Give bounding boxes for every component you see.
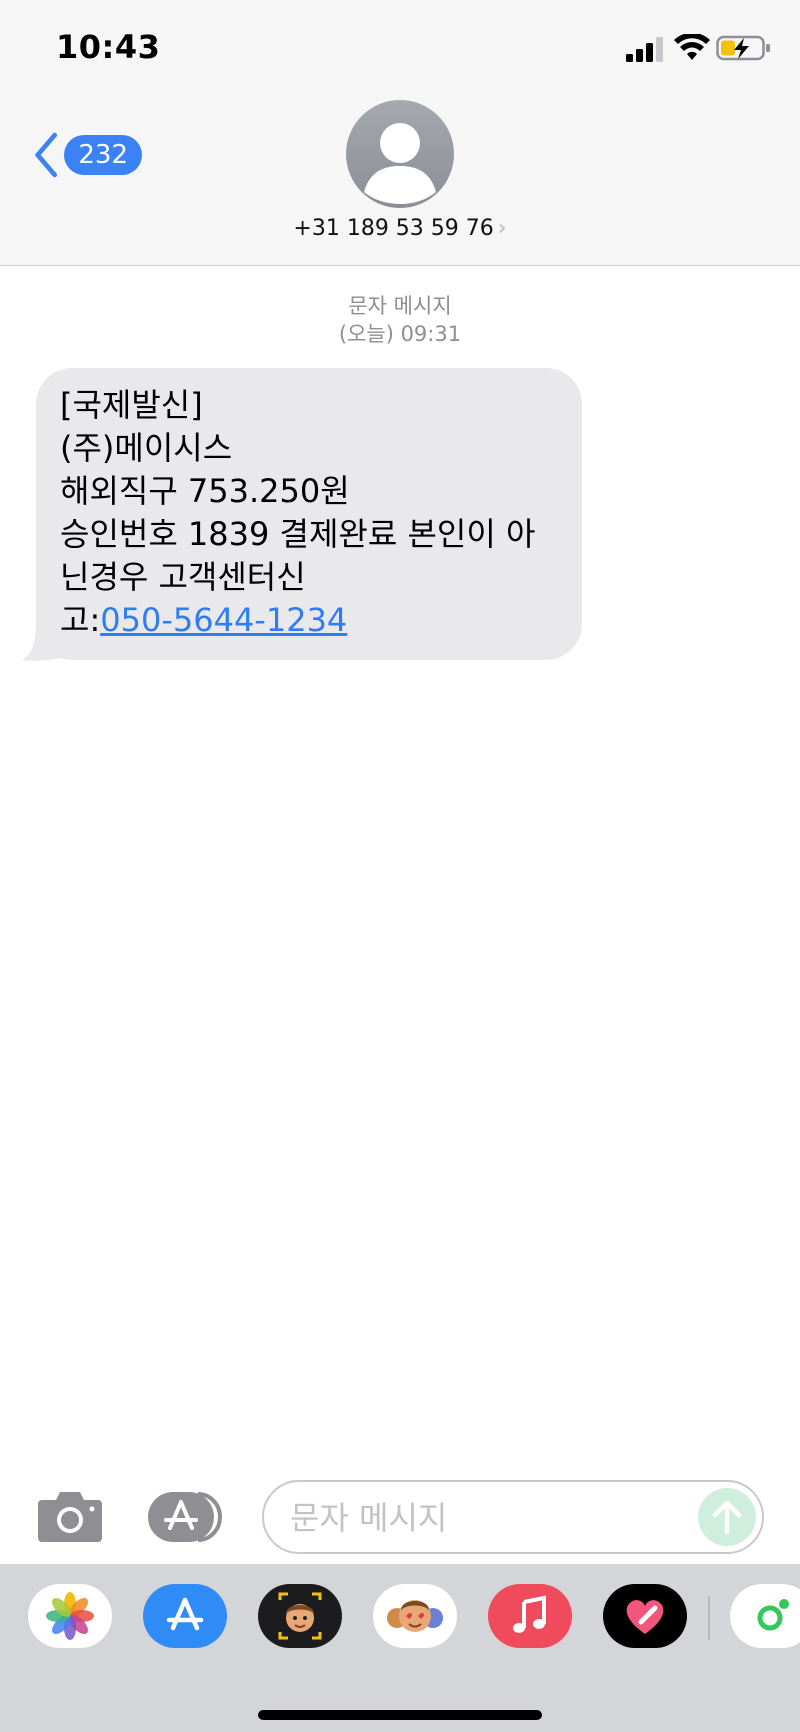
service-label: 문자 메시지 [348,294,452,318]
message-composer [262,1480,764,1554]
contact-name-button[interactable]: +31 189 53 59 76 › [0,216,800,241]
tray-app-digital-touch[interactable] [603,1584,687,1648]
tray-app-stickers[interactable] [373,1584,457,1648]
home-indicator[interactable] [258,1710,542,1720]
camera-icon[interactable] [36,1488,104,1544]
contact-number: +31 189 53 59 76 [293,216,494,241]
chevron-right-icon: › [497,216,507,241]
tray-app-music[interactable] [488,1584,572,1648]
incoming-message-bubble[interactable]: [국제발신] (주)메이시스 해외직구 753.250원 승인번호 1839 결… [36,368,582,660]
tray-app-more[interactable] [730,1584,800,1648]
app-store-icon[interactable] [148,1490,228,1544]
message-prefix: 고: [60,601,101,639]
conversation-header: 10:43 232 +31 189 53 59 76 › [0,0,800,266]
back-button[interactable]: 232 [32,128,142,182]
chevron-left-icon [35,132,58,178]
music-note-icon [513,1595,546,1633]
wifi-icon [674,34,710,60]
tray-separator [708,1596,710,1640]
unread-count-badge: 232 [64,135,142,175]
memoji-icon [278,1592,322,1640]
green-app-icon [757,1599,789,1631]
message-line: [국제발신] [60,386,203,424]
app-store-icon [166,1597,204,1631]
message-timestamp: (오늘) 09:31 [338,322,462,346]
status-time: 10:43 [56,28,161,66]
tray-app-photos[interactable] [28,1584,112,1648]
contact-avatar[interactable] [346,100,454,208]
message-meta: 문자 메시지 (오늘) 09:31 [0,292,800,348]
send-button[interactable] [698,1488,756,1546]
message-line: 닌경우 고객센터신 [60,558,306,596]
message-line: (주)메이시스 [60,429,233,467]
heart-icon [626,1600,664,1634]
tray-app-store[interactable] [143,1584,227,1648]
message-line: 해외직구 753.250원 [60,472,350,510]
phone-number-link[interactable]: 050-5644-1234 [100,601,347,639]
tray-app-memoji[interactable] [258,1584,342,1648]
photos-icon [46,1592,94,1640]
message-line: 승인번호 1839 결제완료 본인이 아 [60,515,536,553]
message-input[interactable] [288,1482,692,1554]
battery-charging-icon [716,35,770,61]
person-silhouette-icon [364,123,436,204]
arrow-up-icon [712,1500,742,1534]
memoji-stickers-icon [387,1600,443,1632]
signal-icon [626,37,663,62]
imessage-app-tray [0,1564,800,1732]
message-line-last: 고:050-5644-1234 [60,599,558,642]
